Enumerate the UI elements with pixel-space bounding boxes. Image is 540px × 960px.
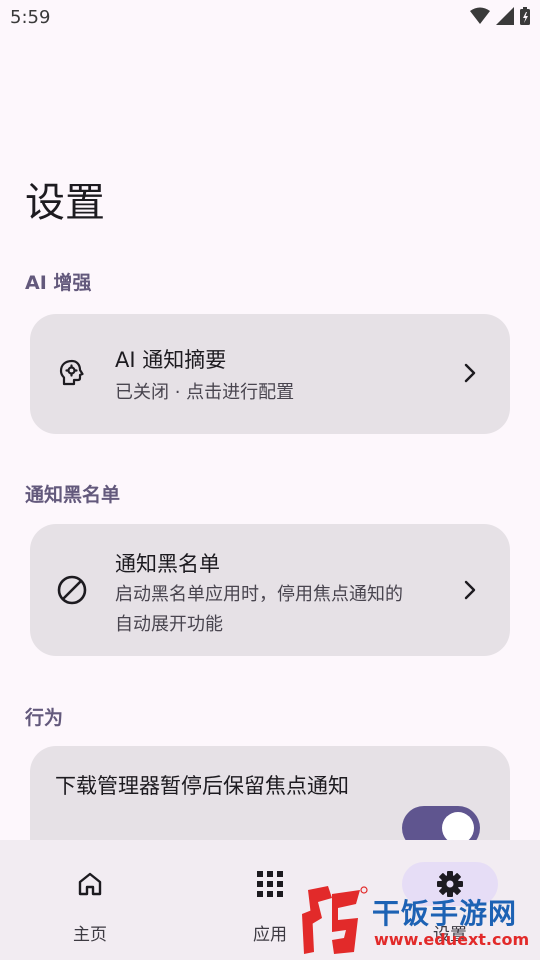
- block-icon: [56, 574, 88, 610]
- section-label-blacklist: 通知黑名单: [25, 484, 121, 506]
- chevron-right-icon: [464, 363, 476, 387]
- status-icons: [470, 7, 530, 25]
- watermark: 干饭手游网 www.eduext.com: [298, 880, 538, 960]
- status-time: 5:59: [10, 7, 51, 28]
- nav-icon-container: [42, 862, 138, 906]
- watermark-name: 干饭手游网: [372, 897, 518, 930]
- brain-icon: [56, 358, 86, 392]
- battery-icon: [520, 7, 530, 25]
- section-label-ai: AI 增强: [25, 272, 92, 294]
- nav-label-home: 主页: [73, 925, 107, 945]
- apps-grid-icon: [257, 871, 283, 897]
- nav-item-home[interactable]: 主页: [30, 862, 150, 945]
- ai-summary-title: AI 通知摘要: [115, 348, 227, 372]
- watermark-logo: [302, 886, 368, 954]
- keep-focus-notification-title: 下载管理器暂停后保留焦点通知: [55, 774, 349, 798]
- watermark-url: www.eduext.com: [374, 930, 530, 949]
- cell-signal-icon: [496, 7, 514, 25]
- blacklist-title: 通知黑名单: [115, 552, 220, 576]
- ai-summary-card[interactable]: AI 通知摘要 已关闭 · 点击进行配置: [30, 314, 510, 434]
- chevron-right-icon: [464, 580, 476, 604]
- page-title: 设置: [25, 180, 105, 226]
- wifi-icon: [470, 7, 490, 24]
- section-label-behavior: 行为: [25, 707, 64, 729]
- blacklist-subtitle: 启动黑名单应用时，停用焦点通知的自动展开功能: [115, 584, 403, 635]
- status-bar: 5:59: [0, 0, 540, 36]
- blacklist-card[interactable]: 通知黑名单 启动黑名单应用时，停用焦点通知的自动展开功能: [30, 524, 510, 656]
- ai-summary-subtitle: 已关闭 · 点击进行配置: [115, 382, 295, 403]
- home-icon: [78, 872, 102, 896]
